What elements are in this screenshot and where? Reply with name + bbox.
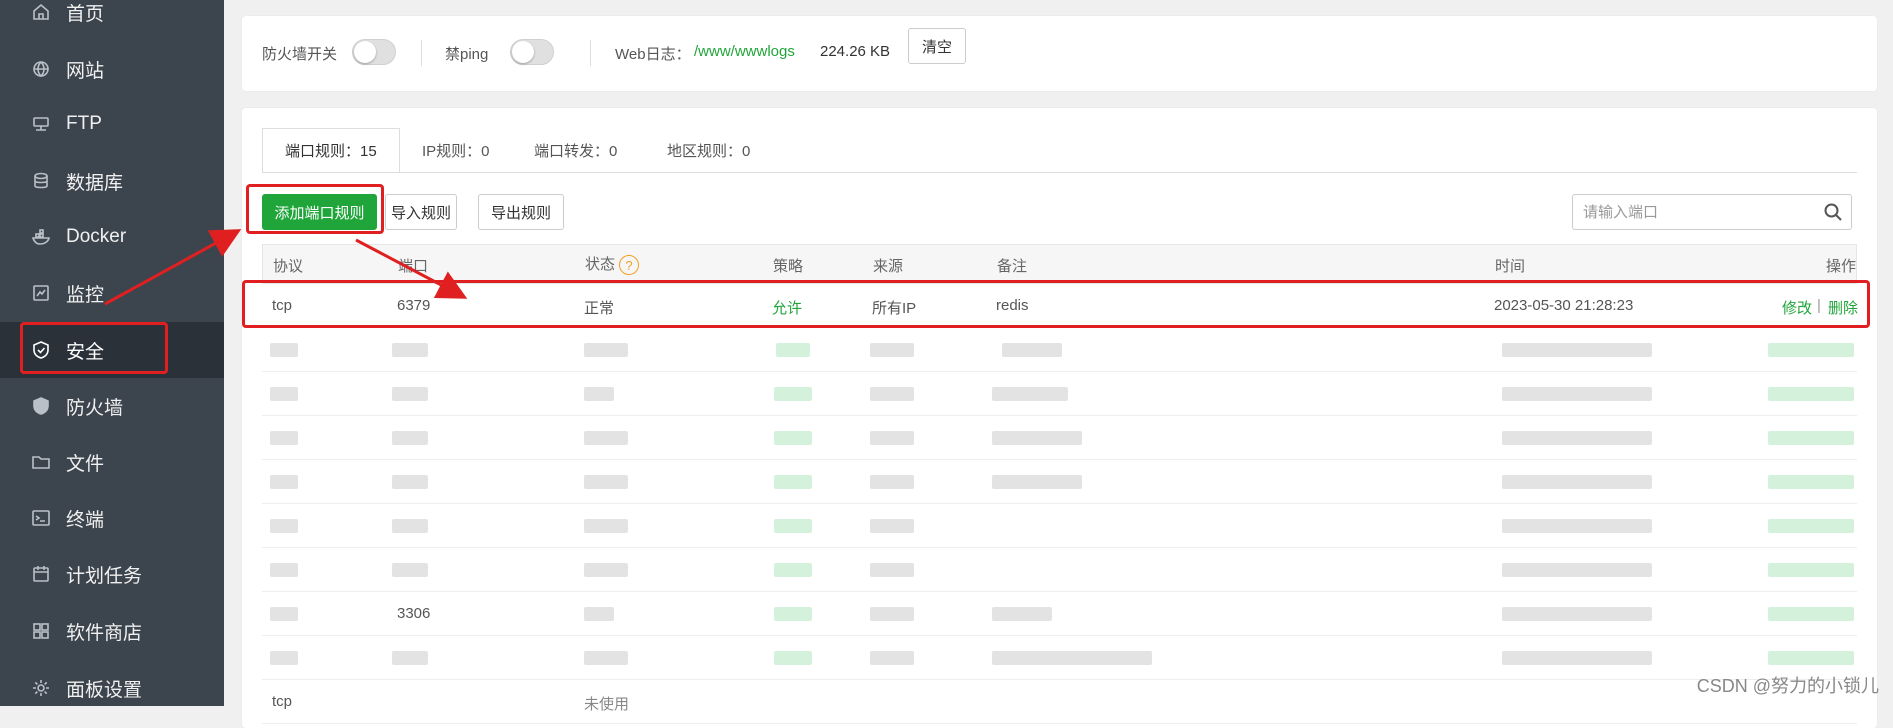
annotation-arrows xyxy=(104,229,468,306)
watermark: CSDN @努力的小锁儿 xyxy=(1696,676,1879,696)
